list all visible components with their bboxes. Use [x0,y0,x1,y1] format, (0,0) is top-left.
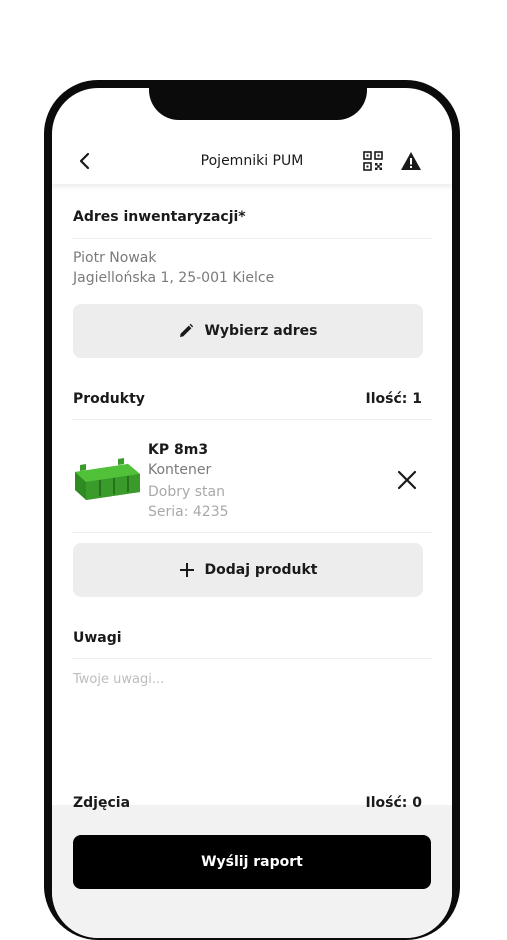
divider [72,238,432,239]
address-section-label: Adres inwentaryzacji* [73,209,246,225]
product-name: KP 8m3 [148,442,209,458]
photos-count: Ilość: 0 [365,795,422,811]
products-section-label: Produkty [73,391,145,407]
products-count: Ilość: 1 [365,391,422,407]
divider [72,532,432,533]
address-street: Jagiellońska 1, 25-001 Kielce [73,270,275,286]
page-title: Pojemniki PUM [200,153,304,169]
divider [72,419,432,420]
app-screen: Pojemniki PUM Adres inwentaryzacji* Piot… [52,88,452,938]
phone-notch [149,88,367,120]
send-report-button[interactable]: Wyślij raport [73,835,431,889]
container-image [75,458,140,500]
divider [72,658,432,659]
photos-section-label: Zdjęcia [73,795,131,811]
top-bar: Pojemniki PUM [52,140,452,184]
notes-section-label: Uwagi [73,630,122,646]
pencil-icon [180,323,194,337]
address-name: Piotr Nowak [73,250,157,266]
product-serial: Seria: 4235 [148,504,229,520]
choose-address-label: Wybierz adres [204,323,318,339]
add-product-label: Dodaj produkt [204,562,318,578]
close-icon[interactable] [396,469,418,491]
choose-address-button[interactable]: Wybierz adres [73,304,423,358]
product-type: Kontener [148,462,212,478]
product-condition: Dobry stan [148,484,225,500]
add-product-button[interactable]: Dodaj produkt [73,543,423,597]
qr-code-icon[interactable] [363,151,383,171]
notes-input[interactable]: Twoje uwagi... [73,672,164,687]
plus-icon [179,563,194,577]
phone-frame: Pojemniki PUM Adres inwentaryzacji* Piot… [44,80,460,940]
warning-icon[interactable] [400,150,422,172]
